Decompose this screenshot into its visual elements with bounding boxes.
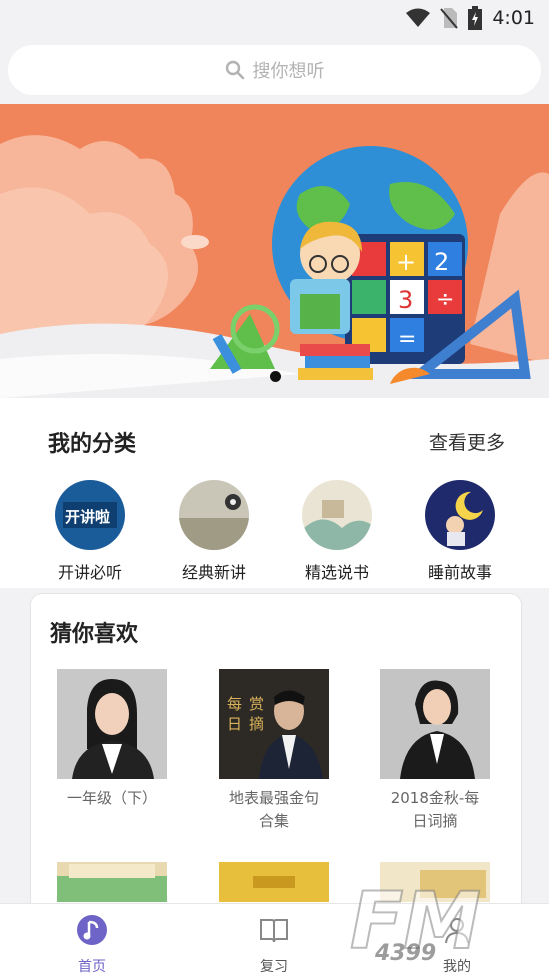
recommend-item[interactable]: 每日赏摘 地表最强金句 合集 bbox=[209, 669, 339, 833]
svg-text:开讲啦: 开讲啦 bbox=[65, 508, 110, 526]
category-item-storybook[interactable]: 精选说书 bbox=[287, 480, 387, 583]
tab-review-label: 复习 bbox=[260, 959, 288, 975]
search-bar[interactable]: 搜你想听 bbox=[8, 45, 541, 95]
classic-thumb-icon bbox=[179, 480, 249, 550]
recommend-caption: 2018金秋-每 日词摘 bbox=[390, 789, 480, 830]
banner-carousel[interactable]: 2 + 3 ÷ = bbox=[0, 104, 549, 398]
bedtime-thumb-icon bbox=[425, 480, 495, 550]
tab-review[interactable]: 复习 bbox=[229, 914, 319, 976]
banner-illustration: 2 + 3 ÷ = bbox=[0, 104, 549, 398]
view-more-link[interactable]: 查看更多 bbox=[429, 428, 505, 455]
teacher-photo-1 bbox=[57, 669, 167, 779]
svg-text:2: 2 bbox=[434, 248, 449, 276]
no-sim-icon bbox=[440, 8, 459, 29]
teacher-photo-3 bbox=[380, 669, 490, 779]
kaijiang-thumb-icon: 开讲啦 bbox=[55, 480, 125, 550]
recommend-title: 猜你喜欢 bbox=[50, 622, 139, 647]
battery-charging-icon bbox=[468, 6, 483, 30]
category-label: 经典新讲 bbox=[181, 563, 246, 582]
search-icon bbox=[225, 60, 244, 80]
diary-thumb-icon bbox=[57, 862, 167, 902]
status-time: 4:01 bbox=[492, 7, 535, 29]
tab-home-label: 首页 bbox=[78, 959, 106, 975]
category-label: 睡前故事 bbox=[427, 563, 492, 582]
svg-text:+: + bbox=[396, 248, 416, 276]
recommend-item-partial[interactable] bbox=[219, 862, 329, 902]
svg-text:4399: 4399 bbox=[374, 941, 436, 966]
teacher-photo-2: 每日赏摘 bbox=[219, 669, 329, 779]
recommend-item[interactable]: 一年级（下） bbox=[47, 669, 177, 810]
wifi-icon bbox=[406, 8, 431, 27]
category-item-kaijiang[interactable]: 开讲啦 开讲必听 bbox=[40, 480, 140, 583]
storybook-thumb-icon bbox=[302, 480, 372, 550]
recommend-item-partial[interactable] bbox=[57, 862, 167, 902]
music-note-icon bbox=[77, 915, 107, 945]
svg-text:÷: ÷ bbox=[436, 287, 454, 312]
svg-text:摘: 摘 bbox=[249, 715, 264, 733]
svg-text:=: = bbox=[398, 327, 416, 352]
recommend-caption: 地表最强金句 合集 bbox=[228, 789, 319, 830]
recommend-caption: 一年级（下） bbox=[66, 789, 157, 807]
category-item-bedtime[interactable]: 睡前故事 bbox=[410, 480, 510, 583]
category-item-classic[interactable]: 经典新讲 bbox=[164, 480, 264, 583]
svg-text:日: 日 bbox=[227, 715, 242, 733]
xiyouji-thumb-icon bbox=[219, 862, 329, 902]
tab-home[interactable]: 首页 bbox=[47, 914, 137, 976]
status-bar: 4:01 bbox=[0, 0, 549, 38]
banner-indicator-dot[interactable] bbox=[270, 371, 281, 382]
category-label: 开讲必听 bbox=[57, 563, 122, 582]
book-icon bbox=[260, 919, 288, 943]
category-label: 精选说书 bbox=[304, 563, 369, 582]
category-title: 我的分类 bbox=[48, 432, 137, 457]
search-placeholder: 搜你想听 bbox=[252, 61, 325, 82]
svg-text:赏: 赏 bbox=[249, 695, 264, 713]
category-section: 我的分类 查看更多 开讲啦 开讲必听 经典新讲 精选说书 睡前故事 bbox=[0, 398, 549, 588]
watermark-logo: FM 4399 bbox=[349, 876, 482, 968]
svg-text:每: 每 bbox=[227, 695, 242, 713]
svg-text:3: 3 bbox=[398, 286, 413, 314]
recommend-item[interactable]: 2018金秋-每 日词摘 bbox=[370, 669, 500, 833]
